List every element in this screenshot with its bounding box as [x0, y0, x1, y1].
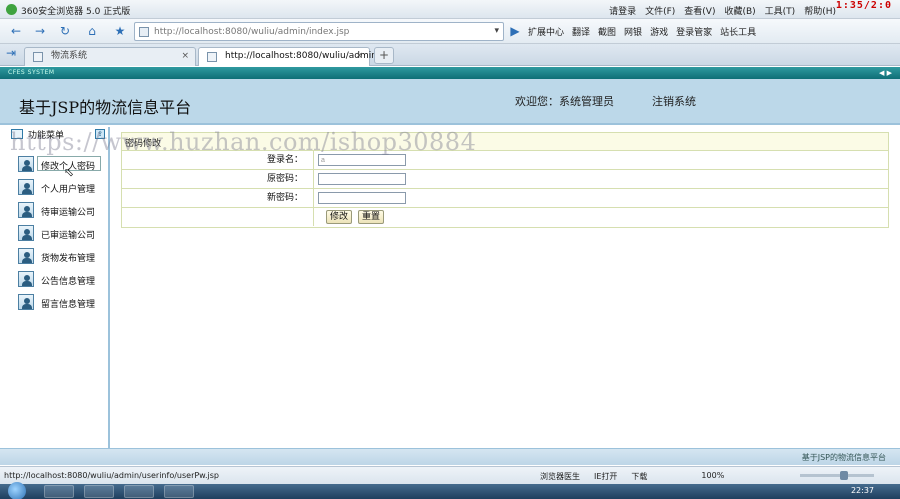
watermark-text: https://www.huzhan.com/ishop30884 — [10, 128, 477, 156]
sidebar-item-label: 个人用户管理 — [41, 185, 96, 195]
old-password-input[interactable] — [318, 173, 406, 185]
sidebar-item-label: 待审运输公司 — [41, 208, 96, 218]
refresh-icon[interactable]: ↻ — [55, 22, 75, 41]
submit-button[interactable]: 修改 — [326, 210, 353, 224]
tab-admin[interactable]: http://localhost:8080/wuliu/admin... × — [198, 47, 386, 66]
sidebar-item-announcements[interactable]: 公告信息管理 — [18, 271, 102, 288]
browser-logo-icon — [6, 4, 17, 15]
system-strip: CFES SYSTEM ◀ ▶ — [0, 67, 900, 79]
sidebar-item-change-password[interactable]: 修改个人密码 — [18, 156, 102, 173]
new-password-label: 新密码： — [122, 189, 314, 207]
webmaster-tools-button[interactable]: 站长工具 — [720, 25, 756, 38]
sidebar-item-label: 公告信息管理 — [41, 277, 96, 287]
page-footer: 基于JSP的物流信息平台 — [0, 448, 900, 465]
sidebar-item-messages[interactable]: 留言信息管理 — [18, 294, 102, 311]
address-toolbar: ← → ↻ ⌂ ★ http://localhost:8080/wuliu/ad… — [0, 19, 900, 44]
mouse-cursor-icon: ⬁ — [64, 165, 75, 179]
menu-tools[interactable]: 工具(T) — [765, 4, 796, 17]
menu-view[interactable]: 查看(V) — [684, 4, 715, 17]
sidebar-item-label: 留言信息管理 — [41, 300, 96, 310]
home-icon[interactable]: ⌂ — [82, 22, 102, 41]
zoom-level[interactable]: 100% — [701, 471, 724, 482]
site-title: 基于JSP的物流信息平台 — [19, 98, 192, 117]
tab-label: 物流系统 — [51, 51, 88, 61]
system-label: CFES SYSTEM — [8, 69, 55, 76]
close-icon[interactable]: × — [181, 48, 189, 65]
sidebar-item-label: 货物发布管理 — [41, 254, 96, 264]
clock: 22:37 — [850, 486, 874, 495]
browser-title: 360安全浏览器 5.0 正式版 — [21, 7, 131, 17]
tab-logistics[interactable]: 物流系统 × — [24, 47, 196, 66]
frame-arrows-icon[interactable]: ◀ ▶ — [879, 69, 892, 77]
sidebar-item-pending-companies[interactable]: 待审运输公司 — [18, 202, 102, 219]
go-icon[interactable]: ▶ — [505, 22, 525, 41]
footer-text: 基于JSP的物流信息平台 — [801, 453, 886, 462]
sidebar-toggle-icon[interactable]: ⇥ — [6, 46, 16, 60]
browser-menu: 请登录 文件(F) 查看(V) 收藏(B) 工具(T) 帮助(H) — [609, 4, 836, 17]
download-button[interactable]: 下载 — [631, 471, 647, 482]
menu-file[interactable]: 文件(F) — [645, 4, 675, 17]
back-icon[interactable]: ← — [6, 22, 26, 41]
sidebar-item-approved-companies[interactable]: 已审运输公司 — [18, 225, 102, 242]
form-row-new-password: 新密码： — [122, 189, 888, 208]
status-url: http://localhost:8080/wuliu/admin/userin… — [4, 471, 219, 480]
url-text: http://localhost:8080/wuliu/admin/index.… — [154, 27, 350, 37]
browser-title-bar: 360安全浏览器 5.0 正式版 请登录 文件(F) 查看(V) 收藏(B) 工… — [0, 0, 900, 19]
user-icon — [18, 271, 34, 287]
status-bar: http://localhost:8080/wuliu/admin/userin… — [0, 466, 900, 484]
start-button-icon[interactable] — [8, 482, 26, 499]
login-link[interactable]: 请登录 — [609, 4, 636, 17]
chevron-down-icon[interactable]: ▾ — [494, 26, 499, 36]
form-row-old-password: 原密码： — [122, 170, 888, 189]
taskbar-browser-icon[interactable] — [44, 485, 74, 498]
main-content: 密码修改 登录名： 原密码： 新密码： 修改 重置 — [112, 127, 900, 448]
sidebar-item-user-management[interactable]: 个人用户管理 — [18, 179, 102, 196]
menu-favorites[interactable]: 收藏(B) — [724, 4, 755, 17]
new-tab-button[interactable]: + — [374, 47, 394, 64]
translate-button[interactable]: 翻译 — [572, 25, 590, 38]
user-icon — [18, 294, 34, 310]
user-icon — [18, 202, 34, 218]
menu-help[interactable]: 帮助(H) — [804, 4, 836, 17]
user-icon — [18, 156, 34, 172]
taskbar-ie-icon[interactable] — [84, 485, 114, 498]
browser-doctor-button[interactable]: 浏览器医生 — [540, 471, 580, 482]
open-in-ie-button[interactable]: IE打开 — [594, 471, 617, 482]
screenshot-button[interactable]: 截图 — [598, 25, 616, 38]
page-header: 基于JSP的物流信息平台 欢迎您：系统管理员 注销系统 — [0, 79, 900, 125]
logout-link[interactable]: 注销系统 — [652, 93, 696, 109]
zoom-slider[interactable] — [800, 471, 874, 480]
forward-icon[interactable]: → — [30, 22, 50, 41]
old-password-label: 原密码： — [122, 170, 314, 188]
os-taskbar: 22:37 — [0, 482, 900, 499]
url-input[interactable]: http://localhost:8080/wuliu/admin/index.… — [134, 22, 504, 41]
reset-button[interactable]: 重置 — [358, 210, 385, 224]
welcome-text: 欢迎您：系统管理员 — [515, 95, 614, 108]
status-items: 浏览器医生 IE打开 下载 100% — [540, 471, 724, 482]
page-icon — [33, 52, 43, 62]
new-password-input[interactable] — [318, 192, 406, 204]
close-icon[interactable]: × — [355, 48, 363, 65]
page-icon — [139, 27, 149, 37]
tab-bar: ⇥ 物流系统 × http://localhost:8080/wuliu/adm… — [0, 44, 900, 66]
window-controls[interactable]: 1:35/2:0 — [836, 0, 892, 11]
sidebar-item-label: 已审运输公司 — [41, 231, 96, 241]
user-icon — [18, 225, 34, 241]
bank-button[interactable]: 网银 — [624, 25, 642, 38]
favorite-star-icon[interactable]: ★ — [110, 22, 130, 41]
login-manager-button[interactable]: 登录管家 — [676, 25, 712, 38]
browser-toolbar-items: 扩展中心 翻译 截图 网银 游戏 登录管家 站长工具 — [528, 25, 756, 38]
user-icon — [18, 248, 34, 264]
zoom-slider-handle[interactable] — [840, 471, 848, 480]
taskbar-ide-icon[interactable] — [164, 485, 194, 498]
extension-center-button[interactable]: 扩展中心 — [528, 25, 564, 38]
games-button[interactable]: 游戏 — [650, 25, 668, 38]
user-icon — [18, 179, 34, 195]
page-icon — [207, 52, 217, 62]
sidebar-item-goods-publishing[interactable]: 货物发布管理 — [18, 248, 102, 265]
sidebar: 功能菜单 ⇪ 修改个人密码 个人用户管理 待审运输公司 已审运输公司 货物发布管… — [0, 127, 110, 448]
taskbar-app-icon[interactable] — [124, 485, 154, 498]
form-row-actions: 修改 重置 — [122, 208, 888, 227]
